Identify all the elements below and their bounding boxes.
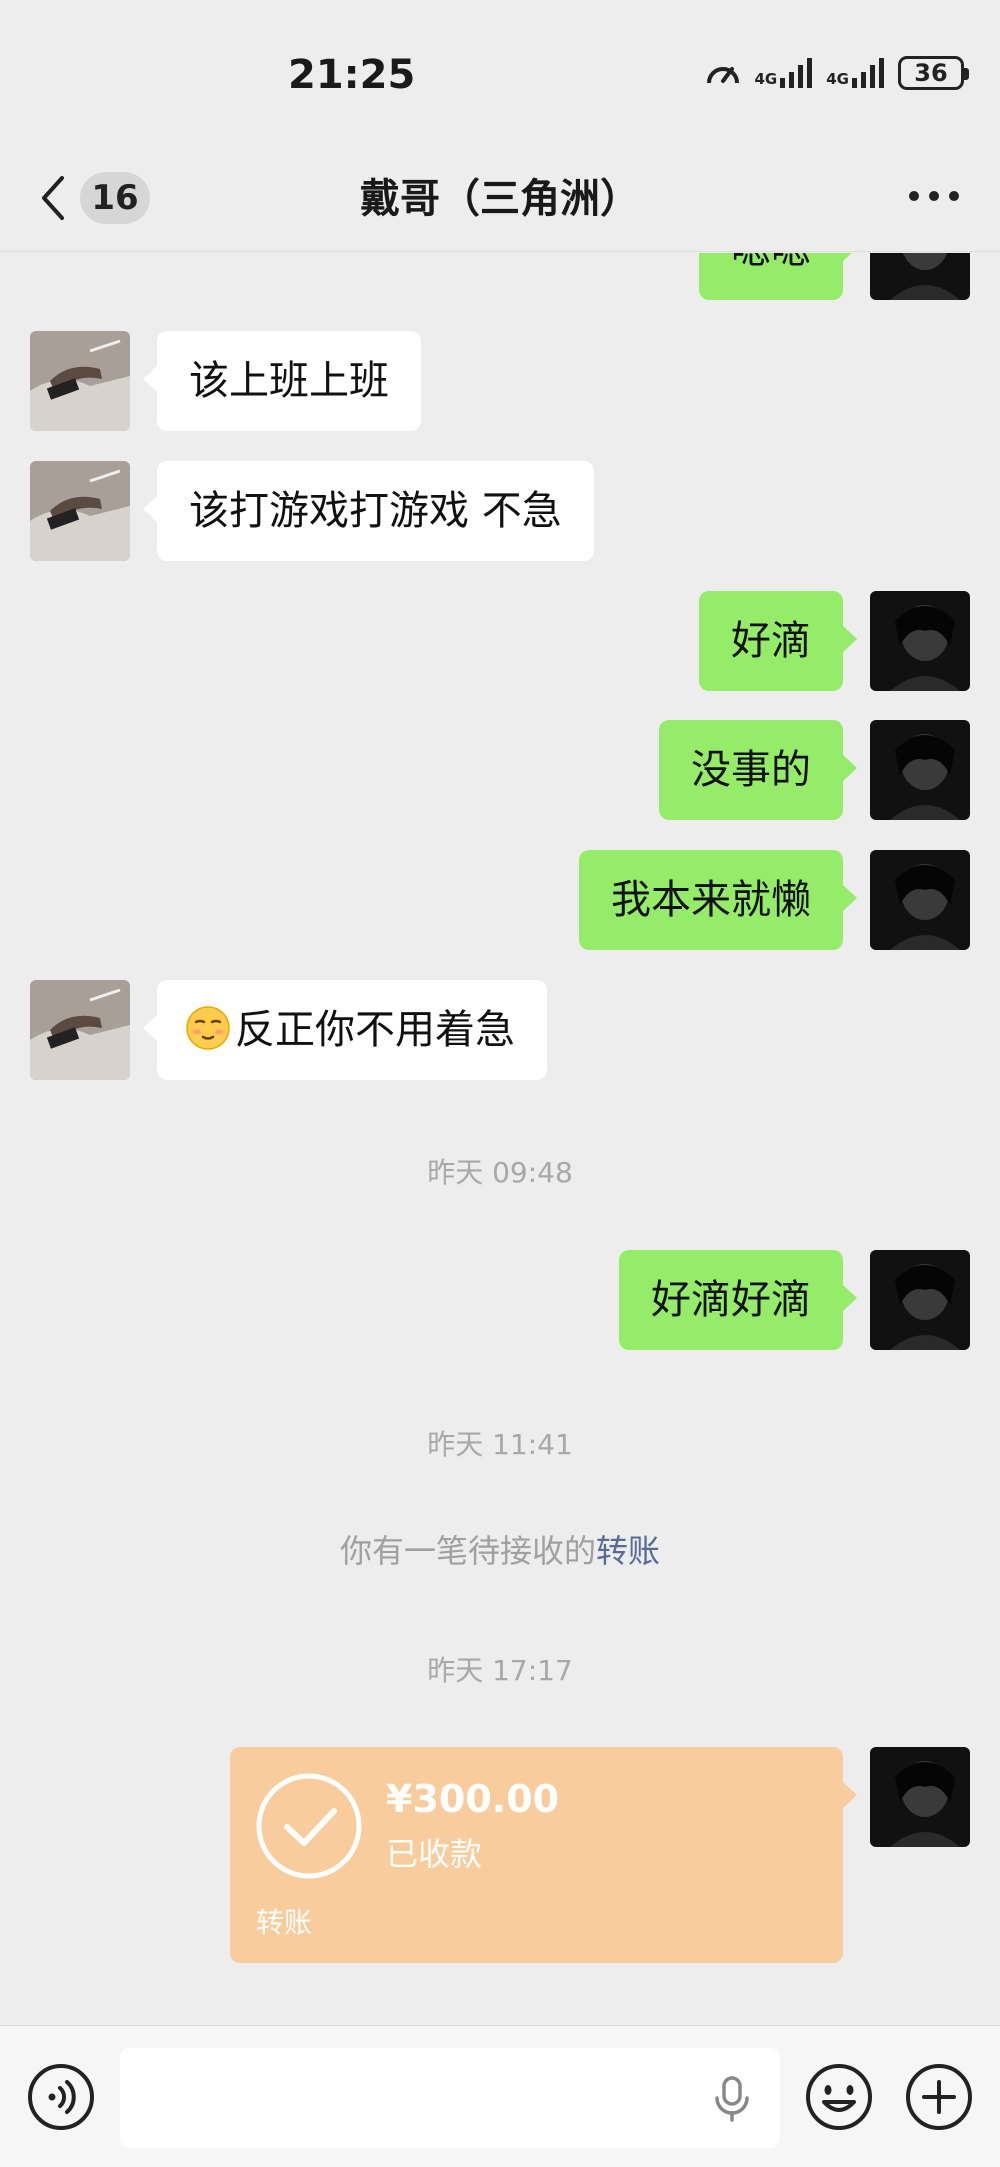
message-bubble-self[interactable]: 好滴 <box>699 591 857 691</box>
transfer-card[interactable]: ¥300.00 已收款 转账 <box>230 1747 857 1963</box>
avatar-contact[interactable] <box>30 980 130 1080</box>
network-label-1: 4G <box>754 70 778 88</box>
message-row: ¥300.00 已收款 转账 <box>0 1747 1000 1963</box>
avatar-self[interactable] <box>870 253 970 300</box>
speed-gauge-icon <box>706 67 739 84</box>
chat-header: 16 戴哥（三角洲） <box>0 140 1000 252</box>
battery-indicator: 36 <box>898 56 969 90</box>
message-row: 反正你不用着急 <box>0 980 1000 1080</box>
message-text: 反正你不用着急 <box>235 1007 515 1053</box>
status-time: 21:25 <box>288 52 416 98</box>
system-notice-text: 你有一笔待接收的 <box>339 1532 596 1570</box>
message-row: 该打游戏打游戏 不急 <box>0 461 1000 561</box>
chat-title: 戴哥（三角洲） <box>360 176 640 222</box>
message-row: 好滴 <box>0 591 1000 691</box>
timestamp: 昨天 09:48 <box>427 1156 573 1189</box>
avatar-self[interactable] <box>870 1747 970 1847</box>
microphone-icon[interactable] <box>710 2076 754 2122</box>
message-list[interactable]: 嗯嗯 该上班上班 该打游戏打游戏 不急 好滴 没事的 我本来就懒 <box>0 253 1000 2023</box>
message-bubble-self[interactable]: 我本来就懒 <box>579 850 857 950</box>
signal-bars-icon <box>852 58 884 88</box>
message-input[interactable] <box>120 2048 780 2148</box>
message-bubble-contact[interactable]: 该上班上班 <box>143 331 421 431</box>
avatar-self[interactable] <box>870 1250 970 1350</box>
message-row: 没事的 <box>0 720 1000 820</box>
system-notice: 你有一笔待接收的转账 <box>0 1526 1000 1572</box>
avatar-self[interactable] <box>870 720 970 820</box>
avatar-contact[interactable] <box>30 331 130 431</box>
signal-2: 4G <box>826 58 884 88</box>
message-row: 好滴好滴 <box>0 1250 1000 1350</box>
status-bar: 21:25 4G 4G 36 <box>0 0 1000 140</box>
smirk-face-icon <box>186 1006 230 1050</box>
transfer-label: 转账 <box>256 1906 313 1939</box>
timestamp: 昨天 11:41 <box>427 1428 573 1461</box>
avatar-self[interactable] <box>870 850 970 950</box>
message-bubble-self[interactable]: 没事的 <box>659 720 857 820</box>
message-bubble-self[interactable]: 嗯嗯 <box>699 253 857 300</box>
message-row: 我本来就懒 <box>0 850 1000 950</box>
message-bubble-contact[interactable]: 反正你不用着急 <box>143 980 547 1080</box>
check-circle-icon <box>256 1773 362 1879</box>
more-options-icon[interactable] <box>908 184 960 208</box>
message-row: 该上班上班 <box>0 331 1000 431</box>
emoji-icon[interactable] <box>804 2062 874 2132</box>
message-bubble-self[interactable]: 好滴好滴 <box>619 1250 857 1350</box>
signal-1: 4G <box>755 58 813 88</box>
avatar-self[interactable] <box>870 591 970 691</box>
input-bar <box>0 2025 1000 2167</box>
voice-input-icon[interactable] <box>26 2062 96 2132</box>
timestamp: 昨天 17:17 <box>427 1654 573 1687</box>
plus-icon[interactable] <box>904 2062 974 2132</box>
message-bubble-contact[interactable]: 该打游戏打游戏 不急 <box>143 461 594 561</box>
transfer-amount: ¥300.00 <box>386 1777 560 1821</box>
network-label-2: 4G <box>826 70 849 88</box>
transfer-status: 已收款 <box>386 1835 483 1873</box>
avatar-contact[interactable] <box>30 461 130 561</box>
transfer-link[interactable]: 转账 <box>596 1532 660 1570</box>
status-icons: 4G 4G 36 <box>705 56 969 90</box>
message-row: 嗯嗯 <box>0 253 1000 300</box>
signal-bars-icon <box>780 58 813 88</box>
